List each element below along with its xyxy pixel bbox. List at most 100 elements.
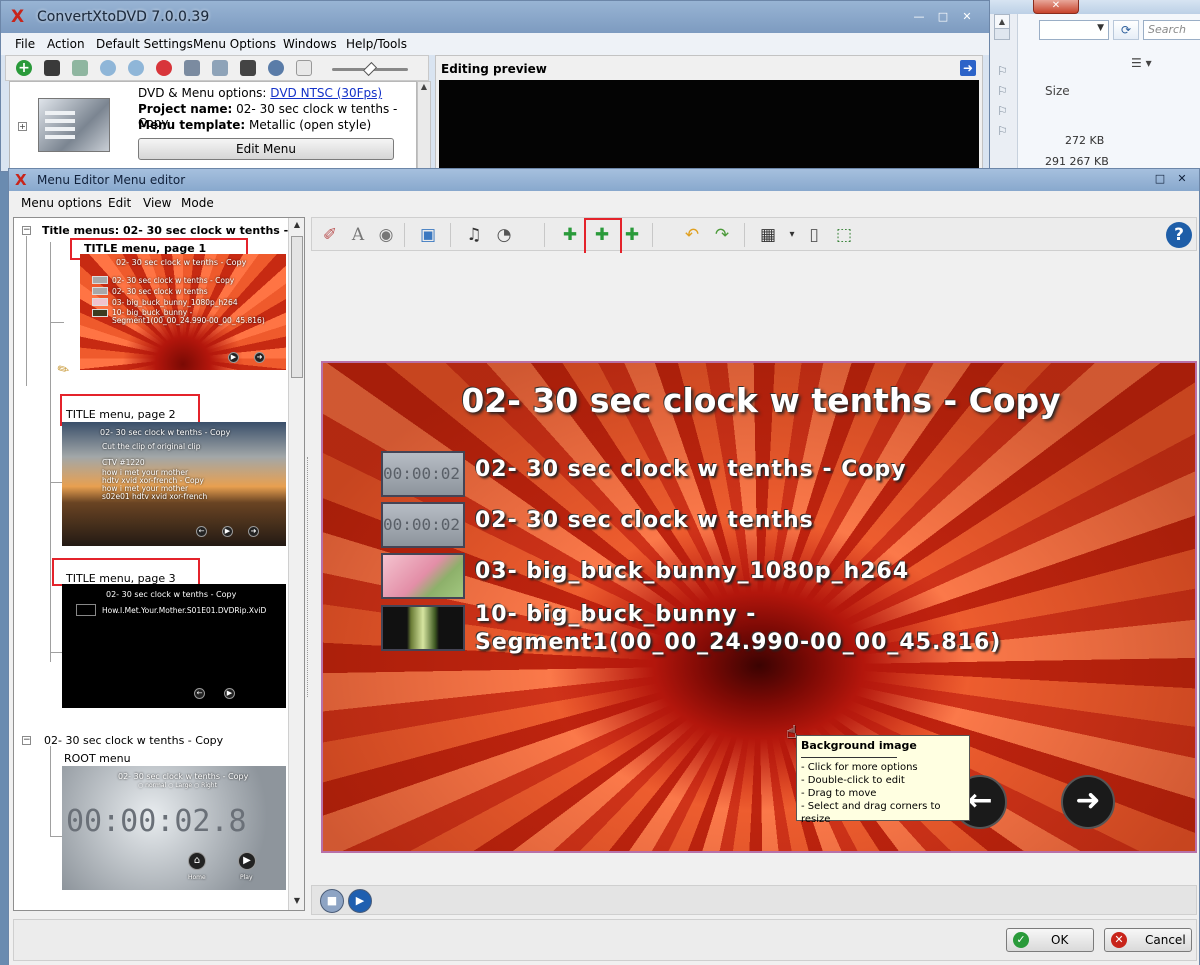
- minimize-icon[interactable]: —: [907, 10, 931, 23]
- save-icon[interactable]: [44, 60, 60, 76]
- arrow-right-icon[interactable]: ➜: [960, 60, 976, 76]
- menu-menu-options[interactable]: Menu Options: [193, 37, 276, 51]
- maximize-icon[interactable]: □: [1149, 172, 1171, 185]
- remove-icon[interactable]: [156, 60, 172, 76]
- add-icon[interactable]: +: [16, 60, 32, 76]
- text-icon[interactable]: A: [346, 224, 370, 246]
- explorer-close-button[interactable]: ✕: [1033, 0, 1079, 14]
- arrow-right-icon: ➜: [248, 526, 259, 537]
- brush-icon[interactable]: ✐: [318, 224, 342, 246]
- redo-icon[interactable]: ↷: [710, 224, 734, 246]
- size-column-header[interactable]: Size: [1045, 84, 1070, 98]
- tools-icon[interactable]: [184, 60, 200, 76]
- menu-item-label[interactable]: 03- big_buck_bunny_1080p_h264: [475, 559, 909, 584]
- menu-file[interactable]: File: [15, 37, 35, 51]
- dvd-options-link[interactable]: DVD NTSC (30Fps): [270, 86, 382, 100]
- view-options-icon[interactable]: ☰ ▾: [1131, 56, 1152, 70]
- convertxtodvd-main-window: X ConvertXtoDVD 7.0.0.39 — □ ✕ File Action…: [0, 0, 990, 173]
- window-controls: — □ ✕: [907, 9, 987, 29]
- timer-icon[interactable]: ◔: [492, 224, 516, 246]
- background-image[interactable]: 02- 30 sec clock w tenths - Copy 00:00:0…: [321, 361, 1197, 853]
- film-icon[interactable]: [72, 60, 88, 76]
- collapse-icon[interactable]: −: [22, 736, 31, 745]
- monitor-icon[interactable]: [240, 60, 256, 76]
- stop-icon[interactable]: ■: [320, 889, 344, 913]
- page-3-thumbnail[interactable]: 02- 30 sec clock w tenths - Copy How.I.M…: [62, 584, 286, 708]
- add-text-icon[interactable]: ✚: [558, 224, 582, 246]
- flag-column: ⚐ ⚐ ⚐ ⚐: [989, 64, 1029, 144]
- tree-group-second[interactable]: 02- 30 sec clock w tenths - Copy: [44, 734, 223, 747]
- scroll-up-icon[interactable]: ▲: [418, 82, 430, 91]
- menu-menu-options[interactable]: Menu options: [21, 196, 102, 210]
- root-menu-thumbnail[interactable]: 02- 30 sec clock w tenths - Copy ○ norma…: [62, 766, 286, 890]
- scroll-thumb[interactable]: [994, 28, 1010, 40]
- menu-mode[interactable]: Mode: [181, 196, 214, 210]
- document-icon[interactable]: [296, 60, 312, 76]
- chevron-down-icon[interactable]: ▾: [780, 224, 804, 246]
- explorer-address-bar[interactable]: ▼: [1039, 20, 1109, 40]
- tooltip-line: - Select and drag corners to resize: [801, 801, 941, 825]
- ok-button[interactable]: ✓ OK: [1006, 928, 1094, 952]
- page-2-thumbnail[interactable]: 02- 30 sec clock w tenths - Copy Cut the…: [62, 422, 286, 546]
- tree-item-root-menu[interactable]: ROOT menu: [64, 752, 131, 765]
- play-icon: ▶: [224, 688, 235, 699]
- menu-item-label[interactable]: 10- big_buck_bunny - Segment1(00_00_24.99…: [475, 601, 1001, 657]
- close-icon[interactable]: ✕: [955, 10, 979, 23]
- undo-icon[interactable]: ↶: [680, 224, 704, 246]
- tree-scroll-thumb[interactable]: [291, 236, 303, 378]
- play-icon[interactable]: ▶: [348, 889, 372, 913]
- expand-icon[interactable]: +: [18, 122, 27, 131]
- cancel-button[interactable]: ✕ Cancel: [1104, 928, 1192, 952]
- flag-icon: ⚐: [997, 64, 1008, 78]
- eye-icon[interactable]: ◉: [374, 224, 398, 246]
- arrow-right-icon[interactable]: ➜: [1061, 775, 1115, 829]
- tree-item-title-page-2[interactable]: TITLE menu, page 2: [66, 408, 176, 421]
- tree-scrollbar[interactable]: ▲ ▼: [288, 218, 304, 910]
- move-down-icon[interactable]: [100, 60, 116, 76]
- frame-icon[interactable]: ⬚: [832, 224, 856, 246]
- menu-default-settings[interactable]: Default Settings: [96, 37, 193, 51]
- disc-icon[interactable]: [268, 60, 284, 76]
- close-icon[interactable]: ✕: [1171, 172, 1193, 185]
- scroll-up-icon[interactable]: ▲: [289, 220, 304, 229]
- tooltip-line: - Double-click to edit: [801, 775, 905, 786]
- menu-help-tools[interactable]: Help/Tools: [346, 37, 407, 51]
- flag-icon: ⚐: [997, 124, 1008, 138]
- menu-item-thumbnail[interactable]: [381, 605, 465, 651]
- settings-icon[interactable]: [212, 60, 228, 76]
- scroll-down-icon[interactable]: ▼: [289, 896, 304, 905]
- help-button[interactable]: ?: [1166, 222, 1192, 248]
- move-up-icon[interactable]: [128, 60, 144, 76]
- play-icon: ▶: [228, 352, 239, 363]
- project-menu-thumbnail[interactable]: [38, 98, 110, 152]
- file-size: 291 267 KB: [1045, 155, 1109, 168]
- edit-menu-button[interactable]: Edit Menu: [138, 138, 394, 160]
- tree-root-title-menus[interactable]: Title menus: 02- 30 sec clock w tenths -…: [42, 224, 304, 237]
- refresh-button[interactable]: ⟳: [1113, 20, 1139, 40]
- menu-item-thumbnail[interactable]: [381, 553, 465, 599]
- menu-title[interactable]: 02- 30 sec clock w tenths - Copy: [323, 381, 1195, 420]
- page-1-thumbnail[interactable]: 02- 30 sec clock w tenths - Copy 02- 30 …: [80, 254, 286, 370]
- grid-icon[interactable]: ▦: [756, 224, 780, 246]
- audio-icon[interactable]: ♫: [462, 224, 486, 246]
- project-scrollbar[interactable]: ▲: [417, 81, 431, 173]
- maximize-icon[interactable]: □: [931, 10, 955, 23]
- menu-item-thumbnail[interactable]: 00:00:02.8: [381, 451, 465, 497]
- explorer-search-input[interactable]: Search: [1143, 20, 1200, 40]
- menu-edit[interactable]: Edit: [108, 196, 131, 210]
- editor-titlebar: X Menu Editor Menu editor □ ✕: [9, 169, 1199, 191]
- zoom-slider-handle[interactable]: [362, 61, 378, 77]
- menu-view[interactable]: View: [143, 196, 171, 210]
- collapse-icon[interactable]: −: [22, 226, 31, 235]
- project-panel: + DVD & Menu options: DVD NTSC (30Fps) P…: [9, 81, 417, 173]
- add-video-icon[interactable]: ✚: [620, 224, 644, 246]
- menu-item-thumbnail[interactable]: 00:00:02.8: [381, 502, 465, 548]
- chevron-down-icon[interactable]: ▼: [1097, 23, 1104, 33]
- align-icon[interactable]: ▯: [802, 224, 826, 246]
- menu-item-label[interactable]: 02- 30 sec clock w tenths - Copy: [475, 457, 907, 482]
- menu-action[interactable]: Action: [47, 37, 85, 51]
- menu-item-label[interactable]: 02- 30 sec clock w tenths: [475, 508, 814, 533]
- editor-body: − Title menus: 02- 30 sec clock w tenths…: [9, 213, 1199, 965]
- menu-windows[interactable]: Windows: [283, 37, 337, 51]
- picture-settings-icon[interactable]: ▣: [416, 224, 440, 246]
